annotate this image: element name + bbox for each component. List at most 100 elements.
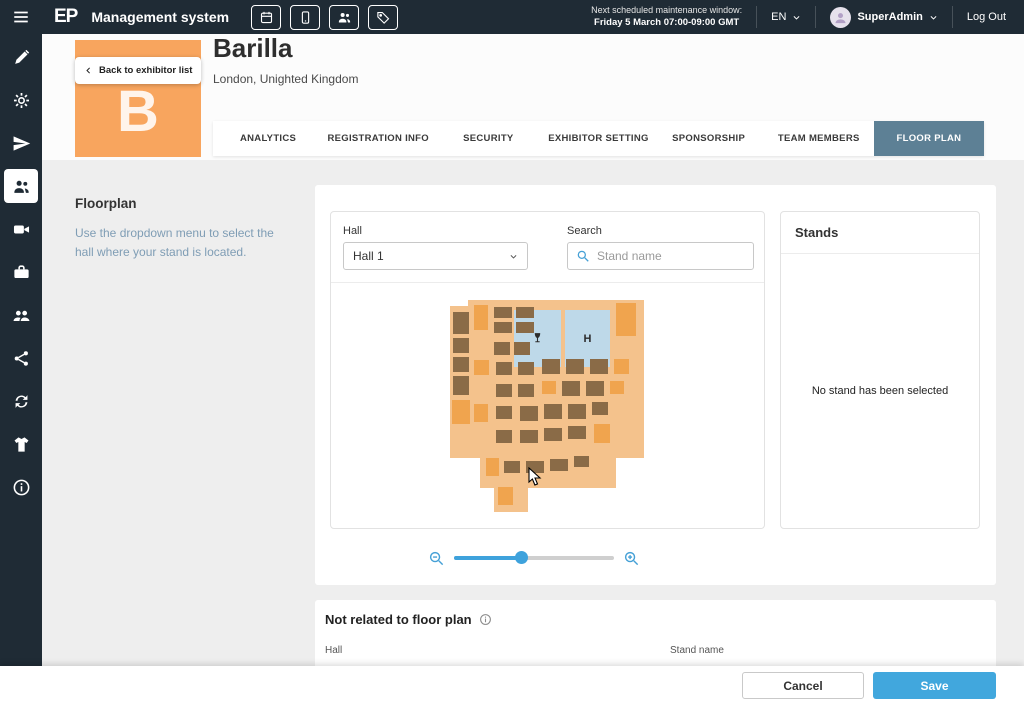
edit-icon (12, 48, 31, 67)
sidebar-item-share[interactable] (4, 341, 38, 375)
stands-panel: Stands No stand has been selected (780, 211, 980, 529)
floorplan-stand[interactable] (574, 456, 589, 467)
calendar-button[interactable] (251, 5, 281, 30)
app-logo: EP (54, 6, 77, 28)
floorplan-stand[interactable] (494, 307, 512, 318)
floorplan-stand[interactable] (592, 402, 608, 415)
floorplan-map[interactable]: H (450, 300, 662, 515)
floorplan-stand[interactable] (496, 406, 512, 419)
menu-button[interactable] (4, 0, 38, 34)
floorplan-stand[interactable] (518, 384, 534, 397)
sidebar-item-exhibitors[interactable] (4, 169, 38, 203)
tab-sponsorship[interactable]: SPONSORSHIP (654, 121, 764, 156)
letter-h-icon: H (584, 333, 592, 345)
save-button[interactable]: Save (873, 672, 996, 699)
not-related-title-text: Not related to floor plan (325, 612, 472, 627)
maintenance-line2: Friday 5 March 07:00-09:00 GMT (591, 17, 742, 29)
floorplan-stand[interactable] (494, 322, 512, 333)
zoom-in-icon[interactable] (623, 550, 640, 567)
exhibitors-icon (12, 177, 31, 196)
floorplan-stand[interactable] (496, 430, 512, 443)
zoom-slider-thumb[interactable] (515, 551, 528, 564)
sync-icon (12, 392, 31, 411)
sidebar-item-info[interactable] (4, 470, 38, 504)
travel-icon (12, 134, 31, 153)
floorplan-stand[interactable] (453, 376, 469, 395)
tab-security[interactable]: SECURITY (433, 121, 543, 156)
floorplan-stand[interactable] (518, 362, 534, 375)
briefcase-icon (12, 263, 31, 282)
search-label: Search (567, 225, 602, 237)
zoom-slider[interactable] (454, 556, 614, 560)
tab-exhibitor-setting[interactable]: EXHIBITOR SETTING (543, 121, 653, 156)
sidebar-item-edit[interactable] (4, 40, 38, 74)
top-bar: EP Management system Next scheduled main… (0, 0, 1024, 34)
floorplan-stand[interactable] (496, 362, 512, 375)
app-title: Management system (91, 9, 229, 25)
floorplan-stand[interactable] (568, 404, 586, 419)
floorplan-stand[interactable] (516, 307, 534, 318)
floorplan-stand[interactable] (474, 360, 489, 375)
floorplan-stand[interactable] (514, 342, 530, 355)
floorplan-stand[interactable] (550, 459, 568, 471)
floorplan-stand[interactable] (610, 381, 624, 394)
sidebar-item-media[interactable] (4, 212, 38, 246)
floorplan-stand[interactable] (504, 461, 520, 473)
hall-select[interactable]: Hall 1 (343, 242, 528, 270)
tab-team-members[interactable]: TEAM MEMBERS (764, 121, 874, 156)
back-to-exhibitor-list-button[interactable]: Back to exhibitor list (75, 57, 201, 84)
floorplan-stand[interactable] (526, 461, 544, 473)
phone-button[interactable] (290, 5, 320, 30)
sidebar-item-travel[interactable] (4, 126, 38, 160)
stand-search-input[interactable] (597, 249, 745, 263)
language-selector[interactable]: EN (756, 6, 815, 28)
tab-analytics[interactable]: ANALYTICS (213, 121, 323, 156)
people-button[interactable] (329, 5, 359, 30)
floorplan-stand[interactable] (542, 381, 556, 394)
zoom-out-icon[interactable] (428, 550, 445, 567)
logout-button[interactable]: Log Out (952, 6, 1024, 28)
floorplan-stand[interactable] (486, 458, 499, 476)
floorplan-stand[interactable] (494, 342, 510, 355)
cancel-button[interactable]: Cancel (742, 672, 864, 699)
floorplan-stand[interactable] (520, 406, 538, 421)
tab-registration-info[interactable]: REGISTRATION INFO (323, 121, 433, 156)
floorplan-stand[interactable] (474, 305, 488, 330)
floorplan-stand[interactable] (453, 357, 469, 372)
tag-button[interactable] (368, 5, 398, 30)
floorplan-stand[interactable] (520, 430, 538, 443)
floorplan-stand[interactable] (498, 487, 513, 505)
floorplan-stand[interactable] (496, 384, 512, 397)
floorplan-stand[interactable] (452, 400, 470, 424)
floorplan-stand[interactable] (614, 359, 629, 374)
floorplan-stand[interactable] (590, 359, 608, 374)
floorplan-stand[interactable] (544, 404, 562, 419)
floorplan-stand[interactable] (586, 381, 604, 396)
column-stand-name: Stand name (670, 645, 724, 656)
exhibitor-name: Barilla (213, 33, 293, 64)
zoom-slider-fill (454, 556, 521, 560)
floorplan-stand[interactable] (562, 381, 580, 396)
exhibitor-initial: B (117, 83, 159, 157)
sidebar-item-settings[interactable] (4, 83, 38, 117)
floorplan-stand[interactable] (616, 303, 636, 336)
user-menu[interactable]: SuperAdmin (815, 6, 951, 28)
floorplan-stand[interactable] (594, 424, 610, 443)
floorplan-stand[interactable] (474, 404, 488, 422)
floorplan-stand[interactable] (544, 428, 562, 441)
settings-icon (12, 91, 31, 110)
floorplan-stand[interactable] (566, 359, 584, 374)
floorplan-stand[interactable] (542, 359, 560, 374)
sidebar-item-sync[interactable] (4, 384, 38, 418)
floorplan-stand[interactable] (516, 322, 534, 333)
floorplan-stand[interactable] (453, 312, 469, 334)
sidebar-item-briefcase[interactable] (4, 255, 38, 289)
floorplan-stand[interactable] (568, 426, 586, 439)
share-icon (12, 349, 31, 368)
sidebar-item-merch[interactable] (4, 427, 38, 461)
sidebar-item-team[interactable] (4, 298, 38, 332)
maintenance-notice: Next scheduled maintenance window: Frida… (577, 5, 756, 29)
tab-floor-plan[interactable]: FLOOR PLAN (874, 121, 984, 156)
floorplan-stand[interactable] (453, 338, 469, 353)
calendar-icon (259, 10, 274, 25)
